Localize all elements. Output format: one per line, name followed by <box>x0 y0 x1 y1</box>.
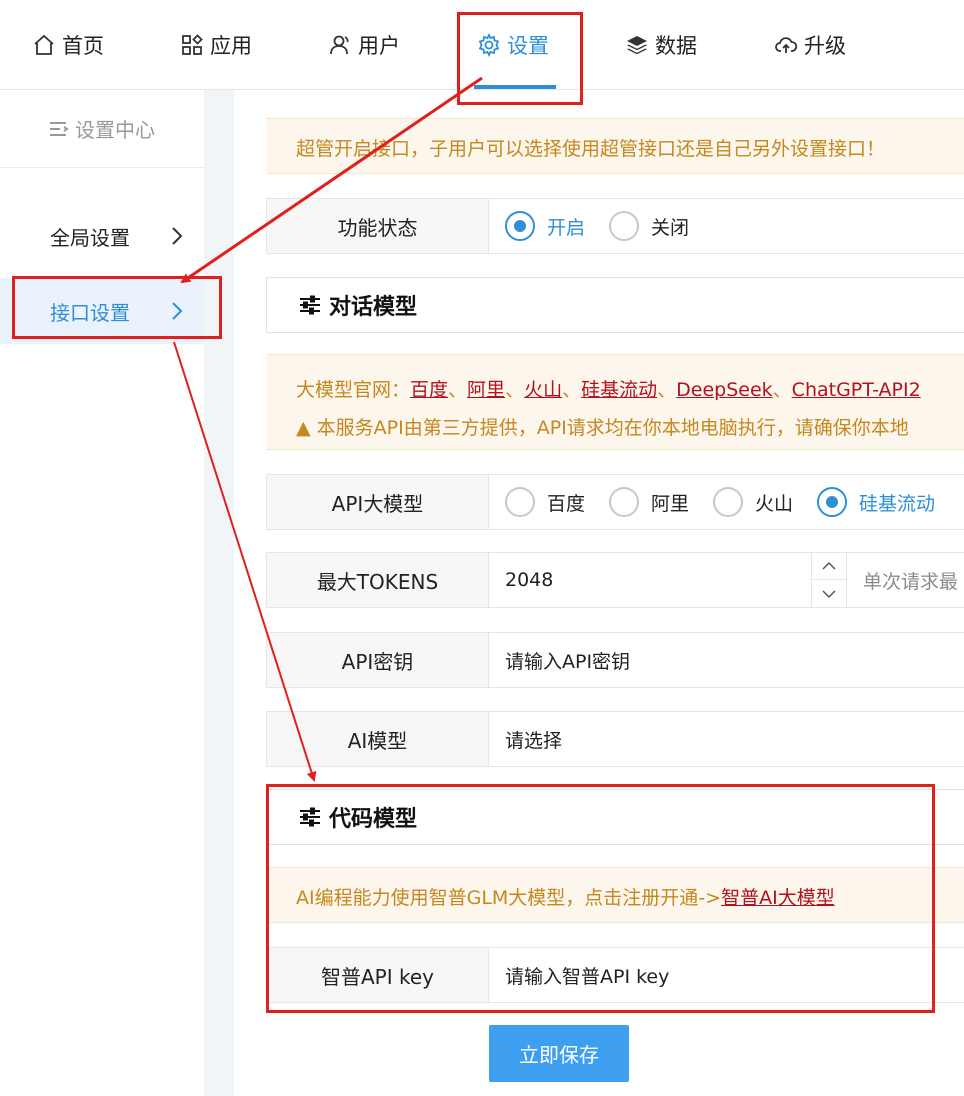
chat-model-section-header: 对话模型 <box>266 277 964 333</box>
chevron-right-icon <box>172 302 183 320</box>
zhipu-notice: AI编程能力使用智普GLM大模型，点击注册开通->智普AI大模型 <box>266 867 964 923</box>
cloud-upload-icon <box>775 37 798 53</box>
max-tokens-input[interactable]: 2048 <box>489 553 811 607</box>
active-tab-indicator <box>474 85 556 89</box>
section-title: 对话模型 <box>329 295 418 320</box>
api-model-row: API大模型 百度 阿里 火山 硅基流动 <box>266 474 964 530</box>
top-navigation: 首页 应用 用户 设置 数据 升级 <box>0 0 964 90</box>
field-label: 智普API key <box>267 948 489 1002</box>
nav-item-home[interactable]: 首页 <box>32 0 104 90</box>
radio-disable[interactable]: 关闭 <box>609 211 689 241</box>
link-siliconflow[interactable]: 硅基流动 <box>581 379 657 401</box>
field-label: 功能状态 <box>267 199 489 253</box>
user-icon <box>330 35 349 55</box>
max-tokens-row: 最大TOKENS 2048 单次请求最 <box>266 552 964 608</box>
function-status-radio-group: 开启 关闭 <box>489 199 964 253</box>
radio-siliconflow[interactable]: 硅基流动 <box>817 487 935 517</box>
home-icon <box>34 34 54 55</box>
radio-circle <box>505 211 535 241</box>
gear-icon <box>478 33 500 57</box>
nav-label: 升级 <box>804 34 846 58</box>
radio-enable[interactable]: 开启 <box>505 211 585 241</box>
stepper-down-button[interactable] <box>812 580 846 607</box>
field-label: API密钥 <box>267 633 489 687</box>
nav-item-apps[interactable]: 应用 <box>180 0 252 90</box>
section-title: 代码模型 <box>329 807 418 832</box>
sidebar-item-global-settings[interactable]: 全局设置 <box>0 203 204 269</box>
link-zhipu[interactable]: 智普AI大模型 <box>721 887 835 909</box>
function-status-row: 功能状态 开启 关闭 <box>266 198 964 254</box>
radio-circle <box>609 487 640 517</box>
zhipu-key-input[interactable]: 请输入智普API key <box>489 948 964 1002</box>
nav-item-users[interactable]: 用户 <box>328 0 400 90</box>
model-links-line: 大模型官网：百度、阿里、火山、硅基流动、DeepSeek、ChatGPT-API… <box>296 379 921 401</box>
nav-label: 应用 <box>210 34 252 58</box>
chevron-down-icon <box>822 589 836 598</box>
max-tokens-hint: 单次请求最 <box>863 570 959 593</box>
menu-icon <box>50 121 69 136</box>
ai-model-select[interactable]: 请选择 <box>489 712 964 766</box>
sliders-icon <box>300 295 320 315</box>
ai-model-row: AI模型 请选择 <box>266 711 964 767</box>
nav-item-settings[interactable]: 设置 <box>477 0 549 90</box>
code-model-section-header: 代码模型 <box>266 789 964 845</box>
apps-grid-icon <box>182 34 203 55</box>
field-label: API大模型 <box>267 475 489 529</box>
notice-banner: 超管开启接口，子用户可以选择使用超管接口还是自己另外设置接口！ <box>266 118 964 174</box>
api-key-input[interactable]: 请输入API密钥 <box>489 633 964 687</box>
radio-ali[interactable]: 阿里 <box>609 487 689 517</box>
sidebar: 设置中心 全局设置 接口设置 <box>0 90 204 1096</box>
nav-item-upgrade[interactable]: 升级 <box>774 0 846 90</box>
layers-icon <box>627 36 647 55</box>
link-deepseek[interactable]: DeepSeek <box>676 379 773 401</box>
stepper-up-button[interactable] <box>812 553 846 580</box>
api-key-row: API密钥 请输入API密钥 <box>266 632 964 688</box>
nav-label: 数据 <box>655 34 697 58</box>
sidebar-title: 设置中心 <box>0 90 204 168</box>
nav-item-data[interactable]: 数据 <box>625 0 697 90</box>
radio-circle <box>817 487 848 517</box>
zhipu-key-row: 智普API key 请输入智普API key <box>266 947 964 1003</box>
link-huoshan[interactable]: 火山 <box>524 379 562 401</box>
api-model-radio-group: 百度 阿里 火山 硅基流动 <box>489 475 964 529</box>
chevron-up-icon <box>822 561 836 570</box>
link-baidu[interactable]: 百度 <box>410 379 448 401</box>
link-ali[interactable]: 阿里 <box>467 379 505 401</box>
radio-circle <box>713 487 744 517</box>
content-gutter <box>204 90 234 1096</box>
model-links-notice: 大模型官网：百度、阿里、火山、硅基流动、DeepSeek、ChatGPT-API… <box>266 354 964 450</box>
nav-label: 设置 <box>507 34 549 58</box>
radio-huoshan[interactable]: 火山 <box>713 487 793 517</box>
field-label: 最大TOKENS <box>267 553 489 607</box>
radio-circle <box>609 211 640 241</box>
radio-baidu[interactable]: 百度 <box>505 487 585 517</box>
warning-text: ▲ 本服务API由第三方提供，API请求均在你本地电脑执行，请确保你本地 <box>296 417 909 439</box>
link-chatgpt-api[interactable]: ChatGPT-API2 <box>792 379 921 401</box>
nav-label: 用户 <box>358 34 400 58</box>
save-button[interactable]: 立即保存 <box>489 1025 629 1082</box>
sidebar-item-api-settings[interactable]: 接口设置 <box>0 278 204 344</box>
sidebar-title-text: 设置中心 <box>75 118 155 142</box>
field-label: AI模型 <box>267 712 489 766</box>
sidebar-item-label: 接口设置 <box>50 300 130 325</box>
sidebar-item-label: 全局设置 <box>50 225 130 250</box>
sliders-icon <box>300 807 320 827</box>
quantity-stepper <box>811 553 847 607</box>
radio-circle <box>505 487 535 517</box>
chevron-right-icon <box>172 227 183 245</box>
nav-label: 首页 <box>62 34 104 58</box>
